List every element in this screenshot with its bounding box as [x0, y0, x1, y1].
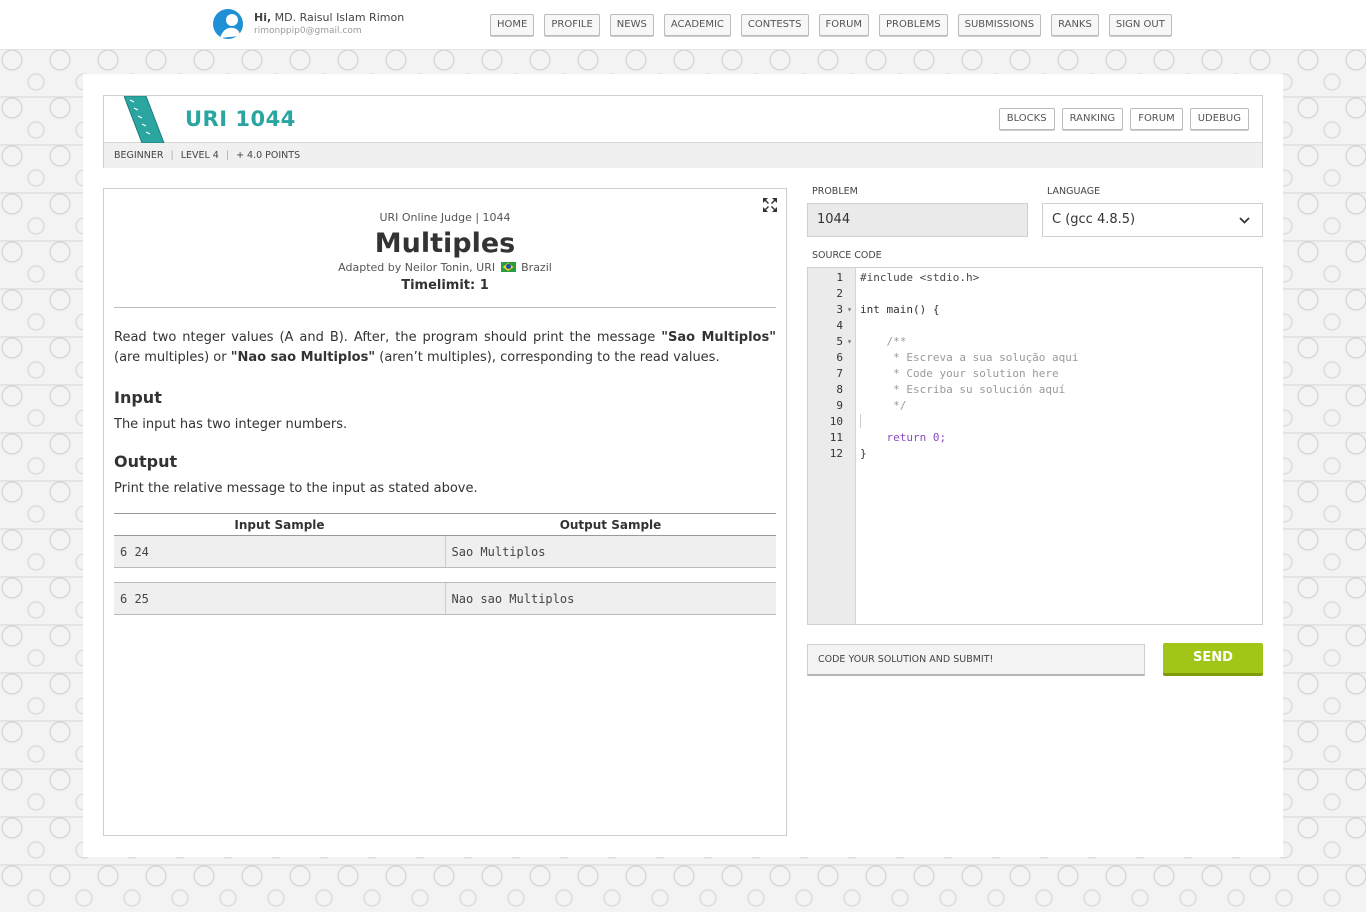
udebug-button[interactable]: UDEBUG: [1189, 108, 1249, 130]
code-line: 1 #include <stdio.h>: [836, 271, 980, 284]
sample-output-cell: Nao sao Multiplos: [444, 582, 776, 615]
nav-academic[interactable]: ACADEMIC: [663, 14, 731, 36]
code-line: 2: [836, 287, 843, 300]
author-text: Adapted by Neilor Tonin, URI: [338, 261, 496, 274]
brazil-flag-icon: [500, 262, 516, 272]
nav-contests[interactable]: CONTESTS: [740, 14, 809, 36]
code-line: 4: [836, 319, 843, 332]
category-label: BEGINNER: [114, 150, 164, 161]
fold-arrow-icon[interactable]: ▾: [843, 302, 856, 318]
table-row: 6 24 Sao Multiplos: [114, 535, 776, 568]
code-line: 12}: [829, 447, 867, 460]
meta-separator: |: [170, 150, 174, 161]
problem-number-logo: [124, 96, 172, 143]
nav-ranks[interactable]: RANKS: [1051, 14, 1099, 36]
points-label: + 4.0 POINTS: [236, 150, 301, 161]
table-row: 6 25 Nao sao Multiplos: [114, 582, 776, 615]
fold-arrow-icon[interactable]: ▾: [843, 334, 856, 350]
expand-arrows-icon: [763, 198, 777, 212]
input-heading: Input: [114, 388, 162, 407]
judge-source: URI Online Judge | 1044: [379, 211, 511, 224]
code-line: 3 ▾ int main() {: [836, 302, 940, 318]
problem-title: Multiples: [374, 228, 516, 259]
nav-problems[interactable]: PROBLEMS: [879, 14, 948, 36]
time-limit: Timelimit: 1: [401, 278, 489, 293]
code-line: 6 * Escreva a sua solução aqui: [836, 351, 1079, 364]
output-heading: Output: [114, 452, 178, 471]
code-line: 8 * Escriba su solución aquí: [836, 383, 1066, 396]
author-country: Brazil: [521, 261, 552, 274]
blocks-button[interactable]: BLOCKS: [998, 108, 1055, 130]
input-sample-header: Input Sample: [114, 513, 445, 536]
nav-home[interactable]: HOME: [490, 14, 535, 36]
submit-status-message: CODE YOUR SOLUTION AND SUBMIT!: [807, 644, 1145, 676]
problem-links: BLOCKS RANKING FORUM UDEBUG: [992, 108, 1249, 130]
user-info[interactable]: Hi, MD. Raisul Islam Rimon rimonppip0@gm…: [212, 8, 404, 40]
sample-output-cell: Sao Multiplos: [444, 535, 776, 568]
user-name: MD. Raisul Islam Rimon: [274, 10, 405, 24]
ranking-button[interactable]: RANKING: [1061, 108, 1124, 130]
language-field-label: LANGUAGE: [1047, 186, 1101, 197]
code-editor[interactable]: 1 #include <stdio.h> 2 3 ▾ int main() { 4 5…: [807, 267, 1263, 625]
code-line: 5 ▾ /**: [836, 334, 907, 350]
sample-input-cell: 6 25: [114, 582, 445, 615]
code-line: 7 * Code your solution here: [836, 367, 1059, 380]
greeting: Hi,: [254, 10, 272, 24]
problem-description: Read two nteger values (A and B). After,…: [114, 330, 776, 365]
chevron-down-icon: [1239, 215, 1250, 226]
user-email: rimonppip0@gmail.com: [254, 25, 362, 36]
level-label: LEVEL 4: [180, 150, 219, 161]
top-bar: Hi, MD. Raisul Islam Rimon rimonppip0@gm…: [0, 0, 1366, 50]
code-line: 9 */: [836, 399, 907, 412]
forum-button[interactable]: FORUM: [1130, 108, 1183, 130]
input-description: The input has two integer numbers.: [114, 417, 348, 432]
send-button[interactable]: SEND: [1163, 643, 1263, 676]
problem-id-input[interactable]: 1044: [807, 203, 1028, 237]
code-line: 11 return 0;: [829, 431, 947, 444]
problem-header: URI 1044 BLOCKS RANKING FORUM UDEBUG BEG…: [103, 95, 1263, 168]
problem-code-title: URI 1044: [185, 107, 296, 131]
table-spacer: [114, 567, 776, 583]
avatar[interactable]: [212, 8, 244, 40]
meta-separator: |: [225, 150, 230, 161]
problem-field-label: PROBLEM: [812, 186, 858, 197]
output-sample-header: Output Sample: [445, 513, 776, 536]
main-container: URI 1044 BLOCKS RANKING FORUM UDEBUG BEG…: [83, 74, 1283, 857]
nav-submissions[interactable]: SUBMISSIONS: [957, 14, 1042, 36]
user-avatar-icon: [213, 9, 243, 39]
fullscreen-icon[interactable]: [762, 197, 778, 213]
code-line: 10: [829, 415, 843, 428]
divider: [114, 307, 776, 308]
main-nav: HOME PROFILE NEWS ACADEMIC CONTESTS FORU…: [490, 14, 1182, 36]
language-selected-value: C (gcc 4.8.5): [1052, 212, 1136, 227]
nav-sign-out[interactable]: SIGN OUT: [1108, 14, 1172, 36]
nav-news[interactable]: NEWS: [609, 14, 654, 36]
output-description: Print the relative message to the input …: [114, 481, 478, 496]
samples-table: Input Sample Output Sample 6 24 Sao Mult…: [114, 513, 776, 615]
sample-input-cell: 6 24: [114, 535, 445, 568]
category-one-icon: [124, 96, 165, 143]
nav-profile[interactable]: PROFILE: [544, 14, 600, 36]
problem-author: Adapted by Neilor Tonin, URI Brazil: [104, 261, 786, 274]
language-select[interactable]: C (gcc 4.8.5): [1042, 203, 1263, 237]
problem-meta: BEGINNER | LEVEL 4 | + 4.0 POINTS: [104, 143, 1262, 168]
problem-statement: URI Online Judge | 1044 Multiples Adapte…: [103, 188, 787, 836]
nav-forum[interactable]: FORUM: [818, 14, 870, 36]
source-code-label: SOURCE CODE: [812, 250, 882, 261]
